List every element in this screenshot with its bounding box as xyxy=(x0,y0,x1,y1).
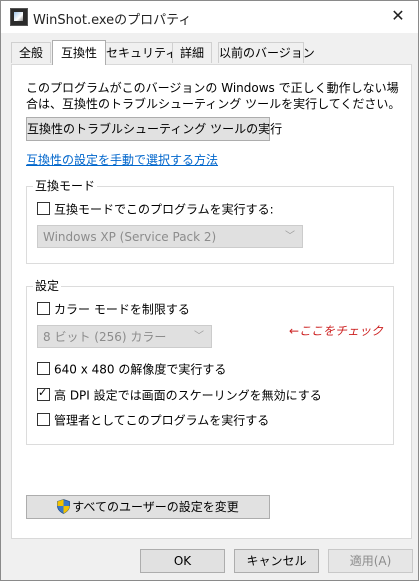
resolution-checkbox[interactable] xyxy=(37,362,50,375)
title-bar: WinShot.exeのプロパティ ✕ xyxy=(1,1,418,33)
ok-button[interactable]: OK xyxy=(140,549,225,573)
compat-mode-checkbox-row[interactable]: 互換モードでこのプログラムを実行する: xyxy=(37,201,274,217)
tab-general[interactable]: 全般 xyxy=(11,42,51,63)
compatibility-panel: このプログラムがこのバージョンの Windows で正しく動作しない場合は、互換… xyxy=(11,64,412,539)
compat-mode-checkbox-label: 互換モードでこのプログラムを実行する: xyxy=(54,202,274,217)
close-button[interactable]: ✕ xyxy=(378,1,418,31)
color-mode-checkbox-row[interactable]: カラー モードを制限する xyxy=(37,301,190,317)
color-depth-select[interactable]: 8 ビット (256) カラー ﹀ xyxy=(37,325,212,348)
admin-checkbox[interactable] xyxy=(37,413,50,426)
tab-compatibility[interactable]: 互換性 xyxy=(52,40,106,65)
compat-mode-select-value: Windows XP (Service Pack 2) xyxy=(43,230,217,244)
run-troubleshooter-button[interactable]: 互換性のトラブルシューティング ツールの実行 xyxy=(26,117,282,141)
properties-window: WinShot.exeのプロパティ ✕ 全般 互換性 セキュリティ 詳細 以前の… xyxy=(0,0,419,581)
apply-button[interactable]: 適用(A) xyxy=(328,549,413,573)
compat-mode-group: 互換モード 互換モードでこのプログラムを実行する: Windows XP (Se… xyxy=(26,179,394,264)
compat-mode-checkbox[interactable] xyxy=(37,202,50,215)
window-title: WinShot.exeのプロパティ xyxy=(33,13,192,28)
admin-checkbox-row[interactable]: 管理者としてこのプログラムを実行する xyxy=(37,412,269,428)
admin-label: 管理者としてこのプログラムを実行する xyxy=(54,413,270,428)
dpi-scaling-label: 高 DPI 設定では画面のスケーリングを無効にする xyxy=(54,388,322,403)
color-mode-checkbox[interactable] xyxy=(37,302,50,315)
intro-text: このプログラムがこのバージョンの Windows で正しく動作しない場合は、互換… xyxy=(26,81,401,111)
color-depth-select-value: 8 ビット (256) カラー xyxy=(43,330,167,344)
tab-details[interactable]: 詳細 xyxy=(172,42,212,63)
compat-mode-group-title: 互換モード xyxy=(33,179,98,193)
compat-mode-select[interactable]: Windows XP (Service Pack 2) ﹀ xyxy=(37,225,303,248)
check-here-annotation: ←ここをチェック xyxy=(289,324,384,338)
resolution-checkbox-row[interactable]: 640 x 480 の解像度で実行する xyxy=(37,361,226,377)
chevron-down-icon: ﹀ xyxy=(285,231,295,242)
dpi-scaling-checkbox-row[interactable]: 高 DPI 設定では画面のスケーリングを無効にする xyxy=(37,386,322,403)
color-mode-label: カラー モードを制限する xyxy=(54,302,190,317)
dpi-scaling-checkbox[interactable] xyxy=(37,386,50,401)
change-all-users-label: すべてのユーザーの設定を変更 xyxy=(72,500,239,514)
manual-settings-link[interactable]: 互換性の設定を手動で選択する方法 xyxy=(26,151,218,168)
close-icon: ✕ xyxy=(391,6,405,25)
chevron-down-icon: ﹀ xyxy=(194,331,204,342)
app-icon xyxy=(10,8,28,26)
cancel-button[interactable]: キャンセル xyxy=(234,549,319,573)
resolution-label: 640 x 480 の解像度で実行する xyxy=(54,362,227,377)
tab-previous-versions[interactable]: 以前のバージョン xyxy=(218,42,315,63)
tab-security[interactable]: セキュリティ xyxy=(105,42,177,63)
uac-shield-icon xyxy=(57,499,71,514)
settings-group-title: 設定 xyxy=(33,279,62,293)
settings-group: 設定 カラー モードを制限する 8 ビット (256) カラー ﹀ 640 x … xyxy=(26,279,394,445)
change-all-users-button[interactable]: すべてのユーザーの設定を変更 xyxy=(26,495,270,519)
